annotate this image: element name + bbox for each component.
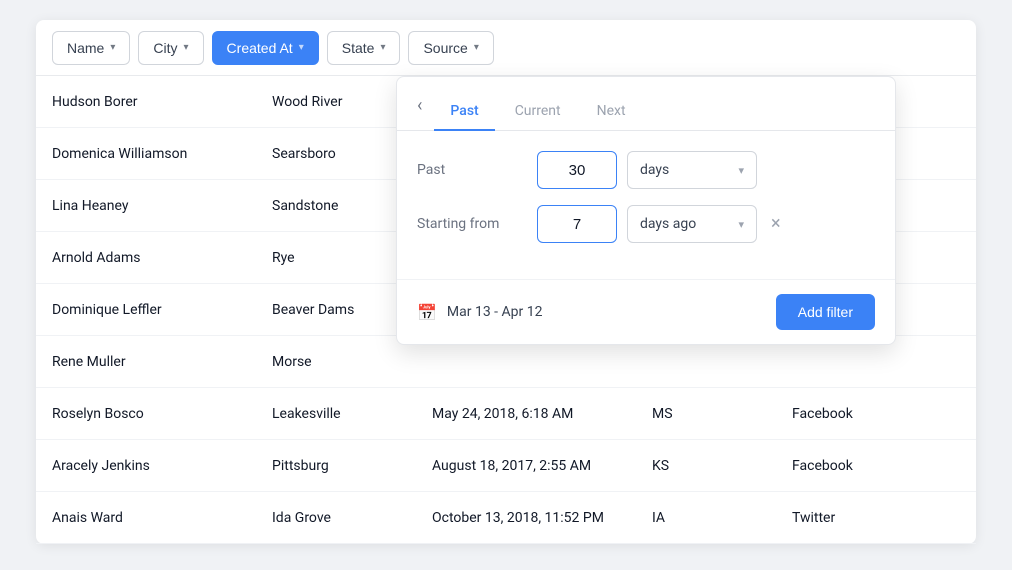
cell-name: Anais Ward (52, 496, 272, 540)
filter-source[interactable]: Source ▾ (408, 31, 493, 65)
cell-name: Lina Heaney (52, 184, 272, 228)
cell-state: KS (652, 444, 792, 488)
cell-state: IA (652, 496, 792, 540)
tab-next[interactable]: Next (581, 93, 642, 131)
table-row: Aracely Jenkins Pittsburg August 18, 201… (36, 440, 976, 492)
popup-body: Past days ▾ Starting from days ago ▾ × (397, 131, 895, 279)
starting-from-form-row: Starting from days ago ▾ × (417, 205, 875, 243)
cell-name: Rene Muller (52, 340, 272, 384)
past-label: Past (417, 162, 527, 178)
date-filter-popup: ‹ Past Current Next Past days ▾ (396, 76, 896, 345)
chevron-down-icon: ▾ (738, 218, 744, 231)
date-range-text: Mar 13 - Apr 12 (447, 304, 766, 320)
cell-created-at: May 24, 2018, 6:18 AM (432, 392, 652, 436)
chevron-down-icon: ▾ (299, 42, 304, 53)
chevron-down-icon: ▾ (380, 42, 385, 53)
cell-source: Facebook (792, 392, 952, 436)
cell-city: Morse (272, 340, 432, 384)
filter-source-label: Source (423, 40, 467, 56)
filter-name[interactable]: Name ▾ (52, 31, 130, 65)
starting-from-label: Starting from (417, 216, 527, 232)
clear-starting-from-button[interactable]: × (767, 215, 785, 233)
add-filter-button[interactable]: Add filter (776, 294, 875, 330)
past-form-row: Past days ▾ (417, 151, 875, 189)
filter-city-label: City (153, 40, 177, 56)
cell-state (652, 348, 792, 376)
popup-footer: 📅 Mar 13 - Apr 12 Add filter (397, 279, 895, 344)
filter-row: Name ▾ City ▾ Created At ▾ State ▾ Sourc… (36, 20, 976, 76)
chevron-down-icon: ▾ (184, 42, 189, 53)
filter-state[interactable]: State ▾ (327, 31, 401, 65)
past-value-input[interactable] (537, 151, 617, 189)
chevron-down-icon: ▾ (738, 164, 744, 177)
cell-created-at (432, 348, 652, 376)
table-row: Roselyn Bosco Leakesville May 24, 2018, … (36, 388, 976, 440)
starting-from-unit-label: days ago (640, 216, 696, 232)
past-unit-label: days (640, 162, 669, 178)
cell-name: Domenica Williamson (52, 132, 272, 176)
cell-created-at: October 13, 2018, 11:52 PM (432, 496, 652, 540)
cell-city: Pittsburg (272, 444, 432, 488)
filter-state-label: State (342, 40, 375, 56)
tab-current[interactable]: Current (499, 93, 577, 131)
cell-source: Facebook (792, 444, 952, 488)
chevron-down-icon: ▾ (110, 42, 115, 53)
cell-source: Twitter (792, 496, 952, 540)
cell-state: MS (652, 392, 792, 436)
calendar-icon: 📅 (417, 303, 437, 322)
past-unit-select[interactable]: days ▾ (627, 151, 757, 189)
cell-name: Dominique Leffler (52, 288, 272, 332)
popup-tab-bar: ‹ Past Current Next (397, 77, 895, 131)
table-row: Anais Ward Ida Grove October 13, 2018, 1… (36, 492, 976, 544)
tab-past[interactable]: Past (434, 93, 494, 131)
cell-created-at: August 18, 2017, 2:55 AM (432, 444, 652, 488)
cell-source (792, 348, 952, 376)
cell-name: Hudson Borer (52, 80, 272, 124)
cell-name: Aracely Jenkins (52, 444, 272, 488)
filter-created-at-label: Created At (227, 40, 293, 56)
back-button[interactable]: ‹ (417, 97, 430, 127)
starting-from-unit-select[interactable]: days ago ▾ (627, 205, 757, 243)
cell-city: Ida Grove (272, 496, 432, 540)
chevron-down-icon: ▾ (474, 42, 479, 53)
filter-name-label: Name (67, 40, 104, 56)
cell-name: Roselyn Bosco (52, 392, 272, 436)
filter-city[interactable]: City ▾ (138, 31, 203, 65)
starting-from-value-input[interactable] (537, 205, 617, 243)
cell-name: Arnold Adams (52, 236, 272, 280)
filter-created-at[interactable]: Created At ▾ (212, 31, 319, 65)
cell-city: Leakesville (272, 392, 432, 436)
